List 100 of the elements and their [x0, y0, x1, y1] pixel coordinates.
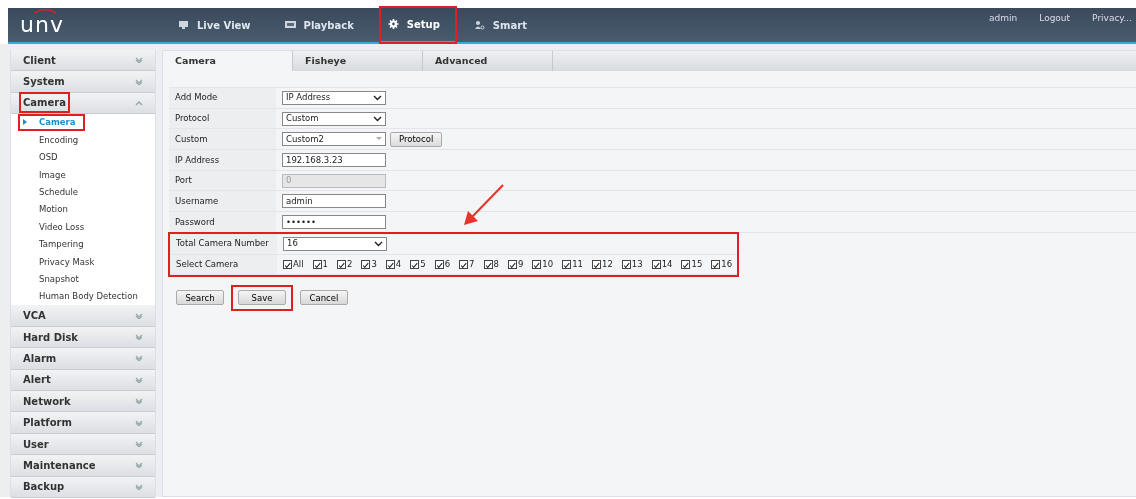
- sidebar-item[interactable]: OSD: [11, 148, 155, 167]
- input-field[interactable]: admin: [282, 194, 386, 209]
- sidebar-group[interactable]: Maintenance: [11, 455, 155, 477]
- header-link[interactable]: admin: [989, 12, 1018, 26]
- sidebar-item[interactable]: Human Body Detection: [11, 288, 155, 306]
- header-link[interactable]: Privacy...: [1092, 12, 1132, 26]
- pointer-icon: [23, 119, 27, 126]
- sidebar-item[interactable]: Video Loss: [11, 218, 155, 236]
- checkmark-icon: [508, 260, 516, 270]
- checkmark-icon: [682, 260, 690, 270]
- nav-tab[interactable]: Live View: [170, 7, 267, 43]
- expand-icon: [135, 419, 143, 426]
- camera-checkbox[interactable]: 6: [434, 257, 451, 271]
- checkmark-icon: [386, 260, 394, 270]
- checkmark-icon: [411, 260, 419, 270]
- field-label: Password: [169, 212, 276, 232]
- select-field[interactable]: Custom: [282, 111, 386, 126]
- checkmark-icon: [533, 260, 541, 270]
- expand-icon: [135, 376, 143, 383]
- password-field[interactable]: ••••••: [282, 214, 386, 229]
- camera-checkbox[interactable]: 10: [532, 257, 554, 271]
- action-button[interactable]: Cancel: [300, 290, 348, 306]
- checkmark-icon: [362, 260, 370, 270]
- sidebar-group[interactable]: System: [11, 71, 155, 93]
- nav-tab[interactable]: Setup: [379, 7, 456, 43]
- checkmark-icon: [593, 260, 600, 270]
- annotation-arrow: [464, 184, 504, 225]
- dropdown-caret-icon: [373, 94, 382, 101]
- sidebar-group[interactable]: Alarm: [11, 348, 155, 370]
- settings-icon: [387, 19, 399, 29]
- expand-icon: [135, 398, 143, 405]
- checkmark-icon: [313, 260, 321, 270]
- sidebar-group[interactable]: Network: [11, 391, 155, 413]
- nav-tab[interactable]: Smart: [465, 7, 535, 43]
- logo: unv: [20, 12, 64, 37]
- dropdown-caret-icon: [376, 137, 382, 142]
- camera-checkbox[interactable]: 3: [361, 257, 377, 271]
- camera-checkbox[interactable]: 2: [336, 257, 353, 271]
- sidebar-item[interactable]: Encoding: [11, 131, 155, 149]
- expand-icon: [135, 334, 143, 341]
- sidebar-item[interactable]: Tampering: [11, 235, 155, 254]
- camera-checkbox[interactable]: 8: [483, 257, 499, 271]
- camera-checkbox[interactable]: 16: [711, 257, 733, 271]
- person-icon: [473, 20, 485, 30]
- camera-checkbox[interactable]: 14: [651, 257, 673, 271]
- expand-icon: [135, 462, 143, 469]
- logo-arc-icon: [32, 8, 58, 14]
- sidebar-group[interactable]: Alert: [11, 369, 155, 392]
- camera-checkbox[interactable]: 15: [681, 257, 703, 271]
- select-field[interactable]: 16: [283, 236, 387, 251]
- camera-checkbox[interactable]: 1: [312, 257, 328, 271]
- checkmark-icon: [284, 260, 291, 270]
- collapse-icon: [135, 99, 143, 106]
- expand-icon: [135, 78, 143, 85]
- checkmark-icon: [622, 260, 630, 270]
- protocol-button[interactable]: Protocol: [390, 131, 443, 147]
- checkmark-icon: [484, 260, 492, 270]
- camera-checkbox[interactable]: 5: [410, 257, 426, 271]
- action-button[interactable]: Search: [176, 290, 224, 306]
- camera-checkbox[interactable]: 4: [385, 257, 402, 271]
- sidebar-group[interactable]: Backup: [11, 476, 155, 498]
- field-label: Protocol: [169, 108, 276, 129]
- camera-checkbox[interactable]: 13: [621, 257, 643, 271]
- sidebar-item[interactable]: Motion: [11, 201, 155, 219]
- camera-checkbox[interactable]: 12: [592, 257, 613, 271]
- camera-checkbox[interactable]: All: [283, 257, 304, 271]
- camera-checkbox[interactable]: 9: [507, 257, 524, 271]
- expand-icon: [135, 312, 143, 319]
- film-icon: [284, 20, 296, 30]
- sidebar-group[interactable]: Camera: [11, 92, 155, 115]
- sidebar-group[interactable]: Platform: [11, 412, 155, 434]
- checkmark-icon: [712, 260, 720, 270]
- field-label: Total Camera Number: [170, 233, 277, 254]
- sidebar-group[interactable]: Hard Disk: [11, 326, 155, 349]
- sidebar-item[interactable]: Image: [11, 166, 155, 184]
- select-field[interactable]: IP Address: [282, 90, 386, 105]
- camera-checkbox[interactable]: 7: [459, 257, 475, 271]
- sidebar-item[interactable]: Schedule: [11, 183, 155, 202]
- dropdown-caret-icon: [374, 240, 383, 247]
- tab[interactable]: Camera: [163, 51, 293, 71]
- dropdown-caret-icon: [373, 115, 382, 122]
- sidebar-group[interactable]: VCA: [11, 305, 155, 327]
- header-link[interactable]: Logout: [1039, 12, 1071, 26]
- sidebar-item[interactable]: Camera: [11, 114, 155, 132]
- sidebar-group[interactable]: User: [11, 433, 155, 456]
- field-label: Add Mode: [169, 88, 276, 108]
- action-button[interactable]: Save: [238, 290, 286, 306]
- input-field[interactable]: 192.168.3.23: [282, 152, 386, 167]
- field-label: Port: [169, 170, 276, 191]
- field-label: Custom: [169, 129, 276, 150]
- monitor-icon: [178, 20, 189, 30]
- sidebar-item[interactable]: Privacy Mask: [11, 253, 155, 271]
- checkmark-icon: [460, 260, 468, 270]
- camera-checkbox[interactable]: 11: [562, 257, 583, 271]
- sidebar-group[interactable]: Client: [11, 50, 155, 72]
- checkmark-icon: [563, 260, 571, 270]
- nav-tab[interactable]: Playback: [276, 7, 370, 43]
- combo-field[interactable]: Custom2: [282, 132, 386, 147]
- sidebar-item[interactable]: Snapshot: [11, 270, 155, 289]
- field-label: Username: [169, 191, 276, 212]
